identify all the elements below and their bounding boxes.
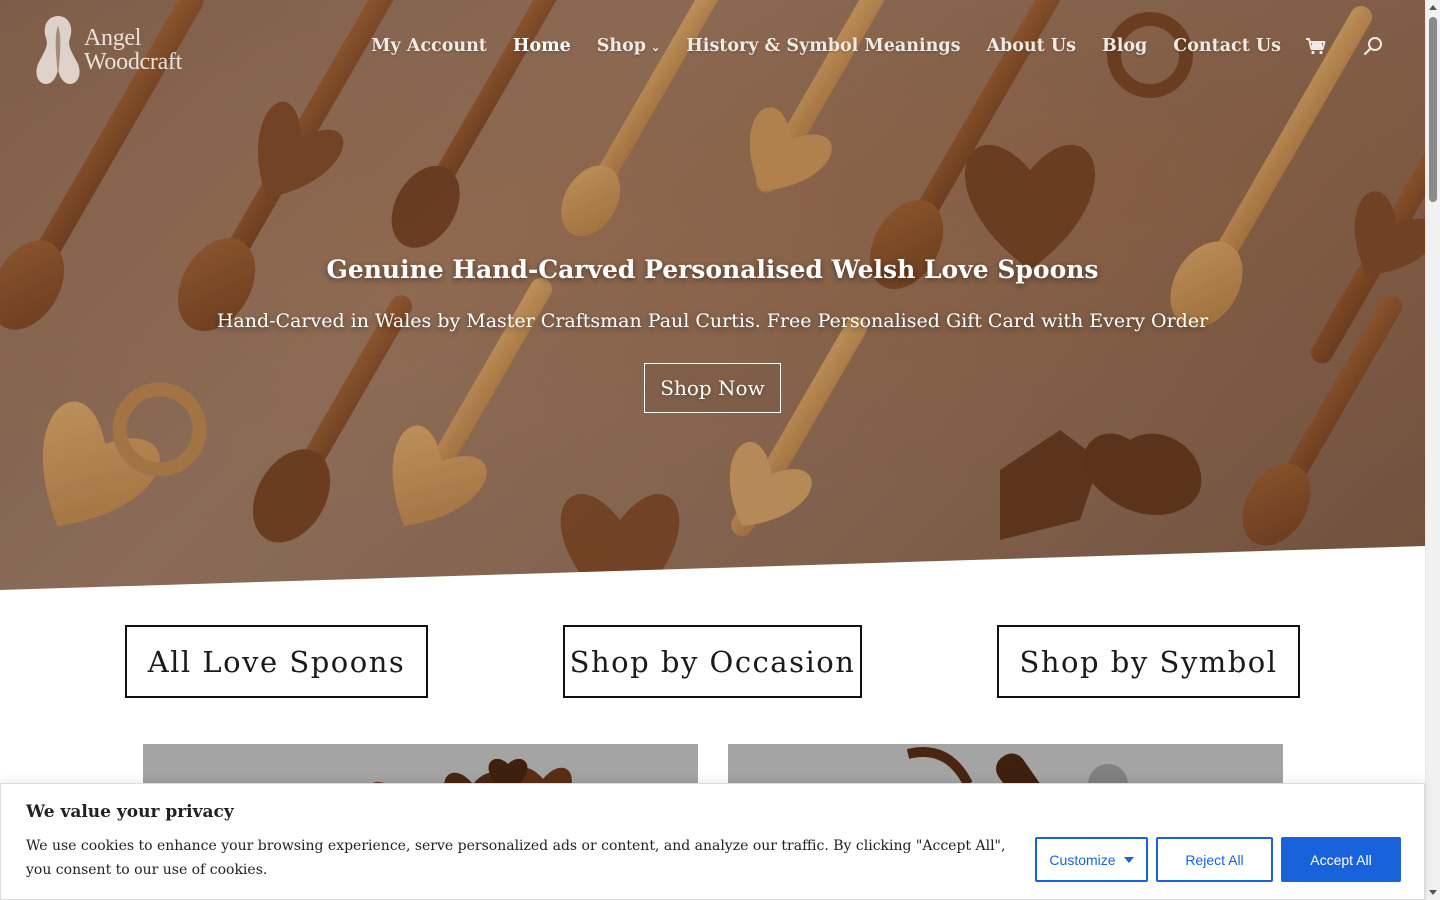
main-navigation: My Account Home Shop ⌄ History & Symbol … xyxy=(371,36,1383,56)
angel-logo-icon xyxy=(36,16,80,84)
customize-label: Customize xyxy=(1049,851,1116,868)
scrollbar-thumb[interactable] xyxy=(1429,17,1437,202)
cookie-banner-text: We use cookies to enhance your browsing … xyxy=(26,838,1006,878)
nav-shop-label: Shop xyxy=(596,36,647,56)
shop-by-symbol-button[interactable]: Shop by Symbol xyxy=(997,625,1300,698)
cookie-consent-banner: We value your privacy We use cookies to … xyxy=(0,783,1425,900)
site-logo[interactable]: Angel Woodcraft xyxy=(34,10,194,90)
nav-blog[interactable]: Blog xyxy=(1102,36,1147,56)
hero-title: Genuine Hand-Carved Personalised Welsh L… xyxy=(326,255,1099,284)
search-icon[interactable] xyxy=(1363,36,1383,56)
nav-contact-us[interactable]: Contact Us xyxy=(1173,36,1281,56)
logo-text: Angel Woodcraft xyxy=(84,26,182,74)
shop-by-occasion-button[interactable]: Shop by Occasion xyxy=(563,625,862,698)
logo-text-line1: Angel xyxy=(84,25,142,51)
hero-overlay xyxy=(0,0,1425,590)
nav-history-symbol-meanings[interactable]: History & Symbol Meanings xyxy=(686,36,960,56)
scroll-up-arrow-icon[interactable] xyxy=(1429,5,1437,10)
caret-down-icon xyxy=(1123,856,1134,863)
logo-text-line2: Woodcraft xyxy=(84,49,182,75)
hero-subtitle: Hand-Carved in Wales by Master Craftsman… xyxy=(216,310,1209,332)
page-scrollbar[interactable] xyxy=(1425,0,1440,900)
hero-banner: Angel Woodcraft My Account Home Shop ⌄ H… xyxy=(0,0,1425,590)
chevron-down-icon: ⌄ xyxy=(651,41,661,54)
nav-about-us[interactable]: About Us xyxy=(986,36,1076,56)
nav-my-account[interactable]: My Account xyxy=(371,36,487,56)
all-love-spoons-button[interactable]: All Love Spoons xyxy=(125,625,428,698)
reject-all-button[interactable]: Reject All xyxy=(1156,837,1273,882)
accept-all-button[interactable]: Accept All xyxy=(1281,837,1401,882)
nav-home[interactable]: Home xyxy=(513,36,571,56)
cart-icon[interactable] xyxy=(1305,37,1327,55)
shop-now-button[interactable]: Shop Now xyxy=(644,363,781,413)
cookie-banner-title: We value your privacy xyxy=(26,802,234,822)
scroll-down-arrow-icon[interactable] xyxy=(1429,890,1437,895)
customize-button[interactable]: Customize xyxy=(1035,837,1148,882)
nav-shop[interactable]: Shop ⌄ xyxy=(597,36,661,56)
